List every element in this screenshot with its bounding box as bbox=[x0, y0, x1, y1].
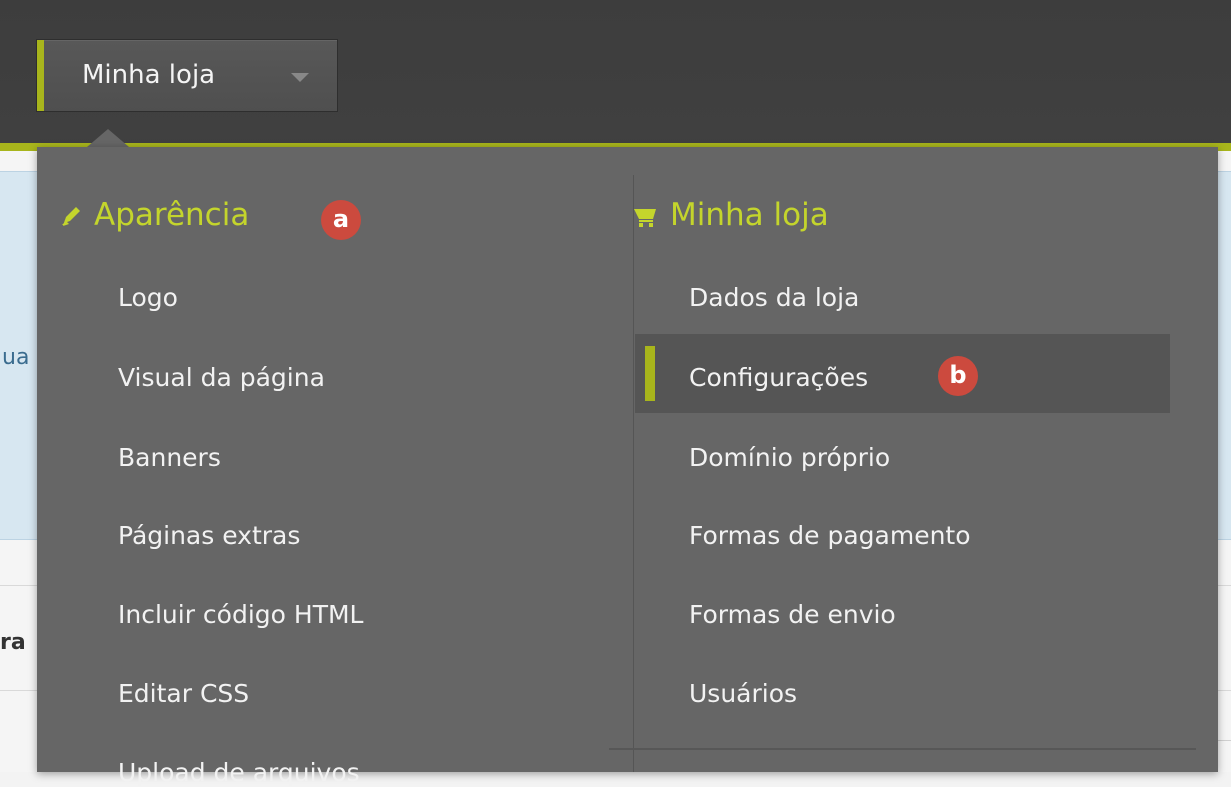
dropdown-pointer bbox=[87, 129, 129, 147]
info-panel-text: ua bbox=[2, 345, 30, 370]
menu-item-formas-de-envio[interactable]: Formas de envio bbox=[689, 600, 896, 629]
annotation-badge-b: b bbox=[938, 356, 978, 396]
divider bbox=[609, 748, 1196, 750]
menu-item-dominio-proprio[interactable]: Domínio próprio bbox=[689, 443, 890, 472]
menu-item-usuarios[interactable]: Usuários bbox=[689, 679, 797, 708]
menu-item-logo[interactable]: Logo bbox=[118, 283, 178, 312]
store-dropdown-menu: Aparência a Logo Visual da página Banner… bbox=[37, 147, 1218, 787]
section-title-aparencia: Aparência bbox=[60, 197, 249, 235]
store-menu-label: Minha loja bbox=[82, 60, 216, 90]
menu-item-banners[interactable]: Banners bbox=[118, 443, 221, 472]
cart-icon bbox=[634, 199, 658, 235]
section-heading-fragment: ra bbox=[0, 630, 26, 655]
menu-item-formas-de-pagamento[interactable]: Formas de pagamento bbox=[689, 521, 971, 550]
menu-item-paginas-extras[interactable]: Páginas extras bbox=[118, 521, 300, 550]
menu-item-upload-de-arquivos[interactable]: Upload de arquivos bbox=[118, 758, 360, 787]
menu-item-configuracoes[interactable]: Configurações bbox=[689, 363, 868, 392]
annotation-badge-a: a bbox=[321, 200, 361, 240]
pencil-icon bbox=[60, 199, 82, 235]
section-title-label: Minha loja bbox=[670, 197, 829, 233]
menu-item-editar-css[interactable]: Editar CSS bbox=[118, 679, 249, 708]
store-menu-button[interactable]: Minha loja bbox=[36, 39, 338, 112]
button-accent-bar bbox=[37, 40, 44, 111]
column-divider bbox=[633, 175, 634, 772]
menu-item-visual-da-pagina[interactable]: Visual da página bbox=[118, 363, 325, 392]
selection-indicator bbox=[645, 346, 655, 401]
section-title-minha-loja: Minha loja bbox=[634, 197, 829, 235]
chevron-down-icon bbox=[291, 73, 309, 82]
section-title-label: Aparência bbox=[94, 197, 250, 233]
menu-item-incluir-codigo-html[interactable]: Incluir código HTML bbox=[118, 600, 363, 629]
menu-item-dados-da-loja[interactable]: Dados da loja bbox=[689, 283, 859, 312]
